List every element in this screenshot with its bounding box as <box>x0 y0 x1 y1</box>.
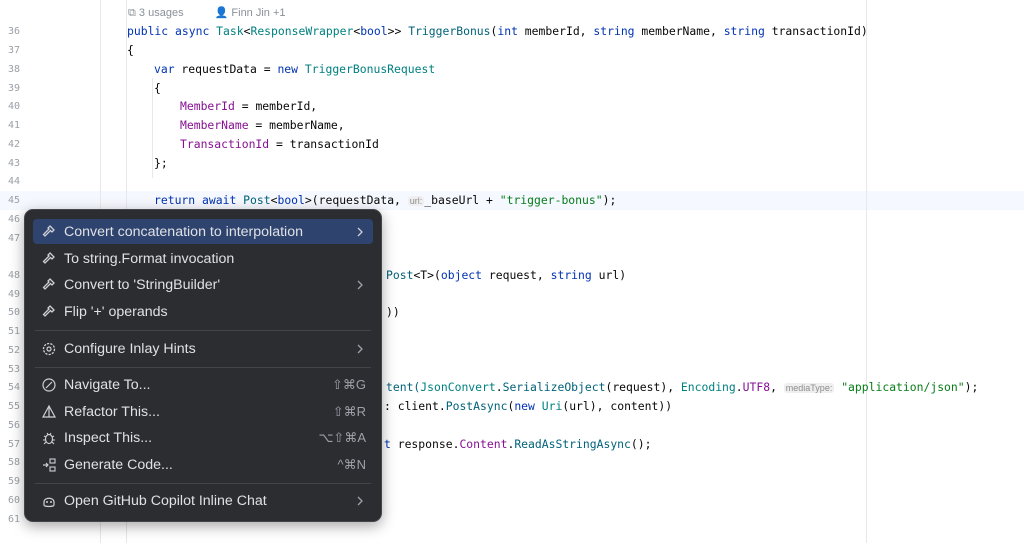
hammer-icon <box>42 225 55 237</box>
line-number: 57 <box>7 439 20 450</box>
line-number: 43 <box>7 158 20 169</box>
line-number: 38 <box>7 64 20 75</box>
code-line-43[interactable]: }; <box>154 156 168 170</box>
hammer-icon <box>42 252 55 264</box>
code-line-41[interactable]: MemberName = memberName, <box>180 118 345 132</box>
hammer-icon <box>42 278 55 290</box>
code-line-39[interactable]: { <box>154 81 161 95</box>
menu-item-label: Flip '+' operands <box>64 304 168 320</box>
inlay-hint: mediaType: <box>783 383 835 393</box>
line-number: 55 <box>7 401 20 412</box>
usages-count[interactable]: 3 usages <box>139 7 184 19</box>
menu-item-label: Refactor This... <box>64 404 160 420</box>
menu-item-configure-inlay-hints[interactable]: Configure Inlay Hints <box>33 336 373 361</box>
line-number: 59 <box>7 476 20 487</box>
menu-item-to-string-format[interactable]: To string.Format invocation <box>33 246 373 271</box>
hammer-icon <box>42 305 55 317</box>
line-number: 56 <box>7 420 20 431</box>
line-number: 61 <box>7 514 20 525</box>
chevron-right-icon <box>357 344 363 354</box>
line-number: 50 <box>7 307 20 318</box>
indent-guide <box>866 0 867 543</box>
code-line-48[interactable]: Post<T>(object request, string url) <box>386 268 626 282</box>
line-number: 41 <box>7 120 20 131</box>
authors-lens[interactable]: 👤 Finn Jin +1 <box>215 7 300 19</box>
indent-guide <box>152 78 153 178</box>
line-number: 58 <box>7 457 20 468</box>
generate-icon <box>43 458 56 472</box>
menu-item-label: Convert concatenation to interpolation <box>64 224 303 240</box>
menu-item-convert-concatenation[interactable]: Convert concatenation to interpolation <box>33 219 373 244</box>
menu-item-inspect-this[interactable]: Inspect This... ⌥⇧⌘A <box>33 425 373 450</box>
menu-separator <box>35 483 371 484</box>
line-number: 46 <box>7 214 20 225</box>
line-number: 49 <box>7 289 20 300</box>
context-actions-menu: Convert concatenation to interpolation T… <box>24 209 382 522</box>
code-lens[interactable]: ⧉ 3 usages 👤 Finn Jin +1 <box>128 6 314 20</box>
code-line-54[interactable]: tent(JsonConvert.SerializeObject(request… <box>386 380 978 394</box>
copilot-icon <box>43 497 55 508</box>
refactor-icon <box>41 404 57 418</box>
menu-separator <box>35 367 371 368</box>
menu-separator <box>35 330 371 331</box>
code-line-45[interactable]: return await Post<bool>(requestData, url… <box>154 193 616 207</box>
line-number: 48 <box>7 270 20 281</box>
menu-item-label: Configure Inlay Hints <box>64 341 196 357</box>
code-line-50[interactable]: )) <box>386 305 400 319</box>
code-line-38[interactable]: var requestData = new TriggerBonusReques… <box>154 62 435 76</box>
menu-item-label: Convert to 'StringBuilder' <box>64 277 221 293</box>
menu-item-generate-code[interactable]: Generate Code... ^⌘N <box>33 452 373 477</box>
code-line-36[interactable]: public async Task<ResponseWrapper<bool>>… <box>127 24 868 38</box>
code-line-42[interactable]: TransactionId = transactionId <box>180 137 379 151</box>
menu-item-label: Generate Code... <box>64 457 173 473</box>
shortcut-label: ⇧⌘G <box>331 377 366 392</box>
menu-item-label: To string.Format invocation <box>64 251 235 267</box>
menu-item-flip-operands[interactable]: Flip '+' operands <box>33 299 373 324</box>
shortcut-label: ^⌘N <box>337 457 367 472</box>
authors-name[interactable]: Finn Jin +1 <box>231 7 285 19</box>
menu-item-label: Navigate To... <box>64 377 151 393</box>
line-number: 42 <box>7 139 20 150</box>
chevron-right-icon <box>357 280 363 290</box>
menu-item-navigate-to[interactable]: Navigate To... ⇧⌘G <box>33 372 373 397</box>
inspect-icon <box>43 432 55 445</box>
line-number: 60 <box>7 495 20 506</box>
line-number: 45 <box>7 195 20 206</box>
shortcut-label: ⌥⇧⌘A <box>318 430 366 445</box>
code-line-57[interactable]: t response.Content.ReadAsStringAsync(); <box>384 437 651 451</box>
line-number: 39 <box>7 83 20 94</box>
code-line-37[interactable]: { <box>127 43 134 57</box>
menu-item-copilot-inline-chat[interactable]: Open GitHub Copilot Inline Chat <box>33 488 373 513</box>
code-line-40[interactable]: MemberId = memberId, <box>180 99 317 113</box>
navigate-icon <box>42 378 56 392</box>
line-number: 54 <box>7 382 20 393</box>
code-line-55[interactable]: : client.PostAsync(new Uri(url), content… <box>384 399 672 413</box>
line-number: 53 <box>7 364 20 375</box>
gear-icon <box>42 342 56 356</box>
line-number: 36 <box>7 26 20 37</box>
line-number: 37 <box>7 45 20 56</box>
line-number: 52 <box>7 345 20 356</box>
menu-item-convert-stringbuilder[interactable]: Convert to 'StringBuilder' <box>33 272 373 297</box>
line-number: 44 <box>7 176 20 187</box>
line-number: 40 <box>7 101 20 112</box>
chevron-right-icon <box>357 227 363 237</box>
line-number: 51 <box>7 326 20 337</box>
shortcut-label: ⇧⌘R <box>332 404 366 419</box>
menu-item-label: Open GitHub Copilot Inline Chat <box>64 493 267 509</box>
chevron-right-icon <box>357 496 363 506</box>
line-number: 47 <box>7 233 20 244</box>
menu-item-refactor-this[interactable]: Refactor This... ⇧⌘R <box>33 399 373 424</box>
menu-item-label: Inspect This... <box>64 430 153 446</box>
inlay-hint: url: <box>407 196 425 206</box>
usages-lens[interactable]: ⧉ 3 usages <box>128 7 198 19</box>
